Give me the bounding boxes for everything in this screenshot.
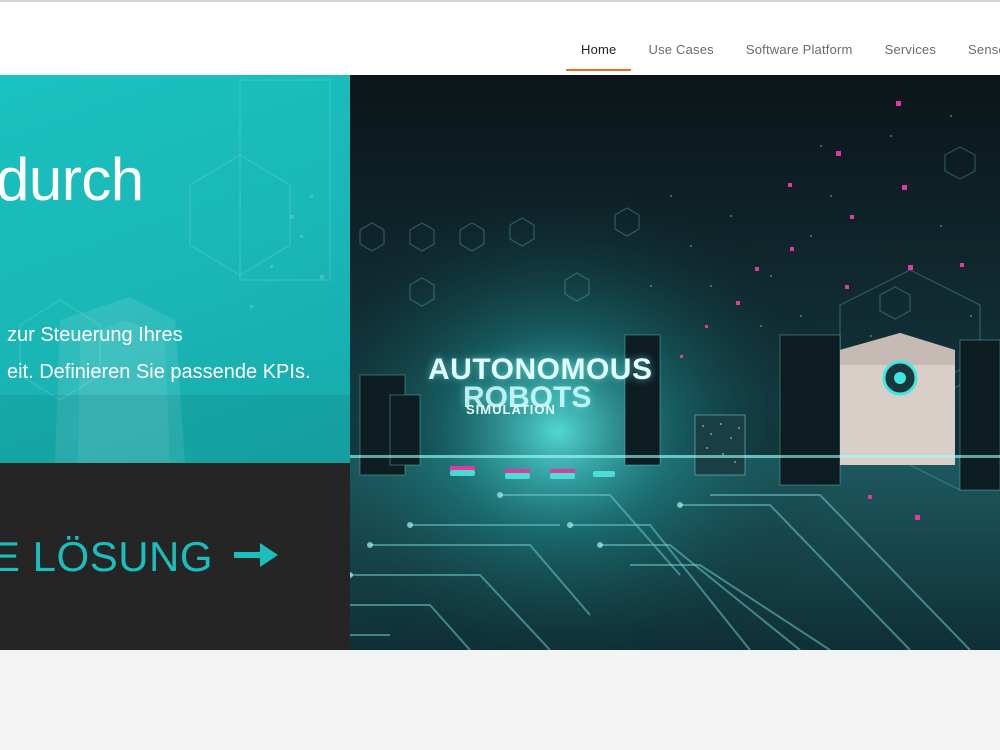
arrow-right-icon[interactable] xyxy=(234,543,278,567)
hero-description-line-2: eit. Definieren Sie passende KPIs. xyxy=(7,361,311,383)
cta-panel[interactable]: E LÖSUNG xyxy=(0,463,350,650)
nav-item-home[interactable]: Home xyxy=(565,32,632,71)
hero-text-panel: durch zur Steuerung Ihres eit. Definiere… xyxy=(0,75,350,463)
hero-description: zur Steuerung Ihres eit. Definieren Sie … xyxy=(7,317,311,391)
hero-section: durch zur Steuerung Ihres eit. Definiere… xyxy=(0,75,1000,650)
hero-panel-background-graphic xyxy=(0,79,350,463)
hero-title: durch xyxy=(0,146,144,213)
hero-image-overlay-small-text: SIMULATION xyxy=(466,402,556,417)
main-nav: Home Use Cases Software Platform Service… xyxy=(565,32,1000,71)
cta-label[interactable]: E LÖSUNG xyxy=(0,533,213,581)
hero-description-line-1: zur Steuerung Ihres xyxy=(7,324,183,346)
site-header: Home Use Cases Software Platform Service… xyxy=(0,2,1000,75)
nav-item-software-platform[interactable]: Software Platform xyxy=(730,32,869,71)
below-hero-area xyxy=(0,650,1000,750)
nav-item-use-cases[interactable]: Use Cases xyxy=(632,32,729,71)
nav-item-sensors[interactable]: Sensors xyxy=(952,32,1000,71)
nav-item-services[interactable]: Services xyxy=(869,32,952,71)
